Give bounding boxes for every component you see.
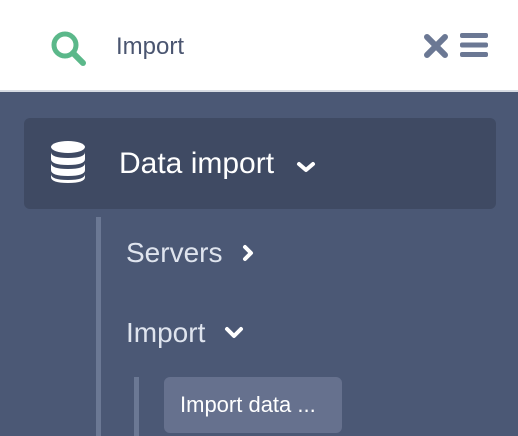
chevron-down-icon [224,327,243,338]
sidebar-item-label: Import [126,317,206,348]
sidebar-item-import[interactable]: Import [126,314,244,352]
sidebar-item-label: Servers [126,237,223,268]
chevron-right-icon [242,245,253,261]
sidebar-item-import-data[interactable]: Import data ... [164,377,342,433]
search-icon [51,31,86,66]
close-icon[interactable] [422,32,450,60]
search-input[interactable]: Import [116,30,184,64]
sidebar-item-label: Import data ... [180,392,316,417]
chevron-down-icon [297,162,315,172]
search-header: Import [0,0,518,92]
sidebar-panel: Data import Servers Import Import data .… [0,92,518,436]
sidebar-item-servers[interactable]: Servers [126,234,255,272]
group-data-import[interactable]: Data import [24,118,496,209]
database-icon [51,141,85,183]
group-label: Data import [119,147,275,180]
hamburger-menu-icon[interactable] [459,31,489,59]
tree-guide-line [96,217,101,436]
tree-guide-line [134,377,139,436]
